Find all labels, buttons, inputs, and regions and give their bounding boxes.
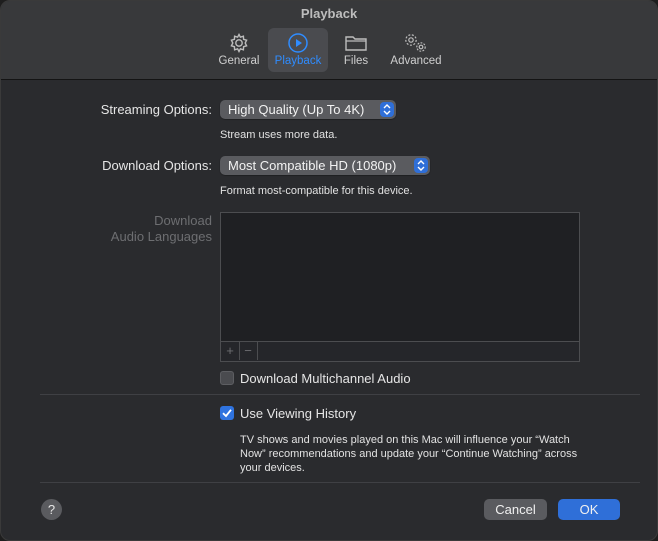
window-title: Playback (300, 6, 358, 21)
multichannel-checkbox[interactable] (220, 371, 234, 385)
ok-button[interactable]: OK (558, 499, 620, 520)
download-options-popup[interactable]: Most Compatible HD (1080p) (220, 156, 430, 175)
tab-advanced[interactable]: Advanced (384, 28, 448, 72)
multichannel-label: Download Multichannel Audio (240, 371, 411, 386)
streaming-help-text: Stream uses more data. (220, 129, 338, 141)
preferences-window: Playback General Playback Files Advanced… (0, 0, 658, 541)
help-button[interactable]: ? (41, 499, 62, 520)
streaming-options-value: High Quality (Up To 4K) (228, 102, 365, 117)
tab-playback[interactable]: Playback (268, 28, 328, 72)
viewing-history-help: TV shows and movies played on this Mac w… (240, 433, 577, 475)
download-options-value: Most Compatible HD (1080p) (228, 158, 397, 173)
chevron-updown-icon (380, 102, 394, 117)
divider (40, 482, 640, 483)
folder-icon (331, 31, 381, 55)
tab-files[interactable]: Files (331, 28, 381, 72)
viewing-history-help-line2: Now” recommendations and update your “Co… (240, 448, 578, 460)
viewing-history-checkbox[interactable] (220, 406, 234, 420)
audio-languages-label-line2: Audio Languages (110, 229, 212, 244)
audio-languages-label-line1: Download (154, 213, 212, 228)
cancel-button[interactable]: Cancel (484, 499, 547, 520)
gears-icon (384, 31, 448, 55)
tab-label: Playback (274, 55, 322, 67)
tab-label: Files (343, 55, 369, 67)
viewing-history-help-line3: your devices. (240, 462, 305, 474)
streaming-options-label: Streaming Options: (100, 102, 212, 117)
remove-language-button[interactable]: − (239, 342, 258, 360)
tab-label: General (218, 55, 260, 67)
tab-general[interactable]: General (210, 28, 268, 72)
add-language-button[interactable]: + (221, 342, 240, 360)
play-circle-icon (268, 31, 328, 55)
streaming-options-popup[interactable]: High Quality (Up To 4K) (220, 100, 396, 119)
divider (40, 394, 640, 395)
toolbar: Playback General Playback Files Advanced (1, 1, 657, 80)
tab-label: Advanced (390, 55, 442, 67)
checkmark-icon (222, 409, 232, 418)
audio-languages-list[interactable]: + − (220, 212, 580, 362)
list-footer: + − (221, 341, 579, 361)
chevron-updown-icon (414, 158, 428, 173)
download-options-label: Download Options: (102, 158, 212, 173)
viewing-history-label: Use Viewing History (240, 406, 357, 421)
download-help-text: Format most-compatible for this device. (220, 185, 413, 197)
audio-languages-label: Download Audio Languages (41, 213, 212, 245)
gear-icon (210, 31, 268, 55)
viewing-history-help-line1: TV shows and movies played on this Mac w… (240, 434, 570, 446)
